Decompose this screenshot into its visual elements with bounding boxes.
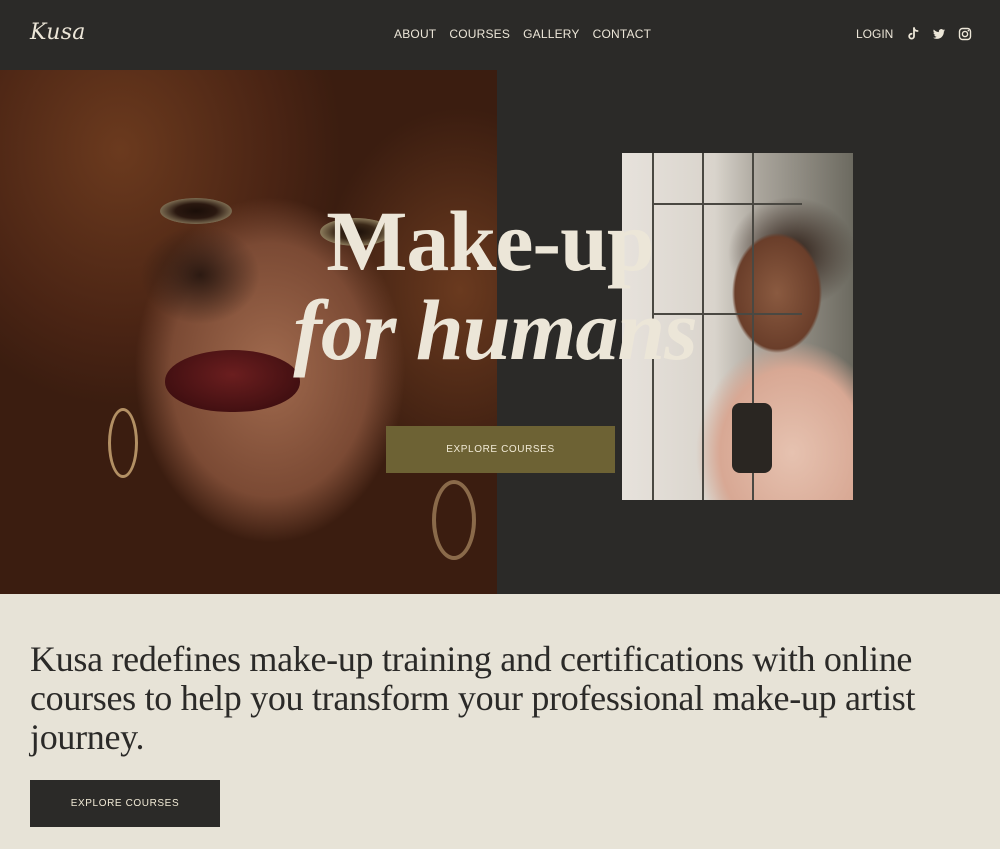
hero-section: Make-up for humans EXPLORE COURSES	[0, 70, 1000, 594]
nav-gallery-link[interactable]: GALLERY	[523, 27, 580, 41]
portrait-earring-right	[432, 480, 476, 560]
intro-explore-courses-button[interactable]: EXPLORE COURSES	[30, 780, 220, 827]
main-nav: ABOUT COURSES GALLERY CONTACT	[394, 27, 651, 41]
intro-section: Kusa redefines make-up training and cert…	[0, 594, 1000, 849]
nav-courses-link[interactable]: COURSES	[449, 27, 510, 41]
window-frame	[652, 153, 654, 500]
portrait-shirt	[732, 403, 772, 473]
site-logo[interactable]: Kusa	[30, 20, 86, 45]
portrait-earring-left	[108, 408, 138, 478]
hero-portrait-image	[0, 70, 497, 594]
hero-explore-courses-button[interactable]: EXPLORE COURSES	[386, 426, 615, 473]
portrait-eye-right	[320, 218, 392, 246]
window-frame	[652, 203, 802, 205]
portrait-eye-left	[160, 198, 232, 224]
site-header: Kusa ABOUT COURSES GALLERY CONTACT LOGIN	[0, 0, 1000, 70]
instagram-icon[interactable]	[958, 27, 972, 41]
window-frame	[652, 313, 802, 315]
login-link[interactable]: LOGIN	[856, 27, 893, 41]
intro-paragraph: Kusa redefines make-up training and cert…	[30, 639, 916, 757]
nav-contact-link[interactable]: CONTACT	[593, 27, 652, 41]
tiktok-icon[interactable]	[906, 27, 920, 41]
window-frame	[702, 153, 704, 500]
social-links	[906, 27, 972, 41]
nav-about-link[interactable]: ABOUT	[394, 27, 436, 41]
makeup-application-image	[622, 153, 853, 500]
twitter-icon[interactable]	[932, 27, 946, 41]
portrait-lips	[165, 350, 300, 412]
